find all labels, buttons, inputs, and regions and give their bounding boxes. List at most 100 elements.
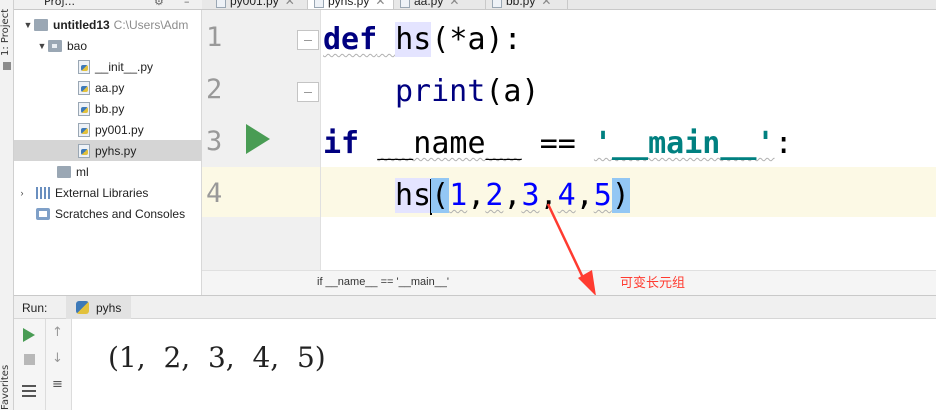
project-panel-header: Proj... ⚙ –: [14, 0, 202, 10]
params: (*a):: [431, 22, 522, 57]
tree-item-label: bao: [67, 38, 88, 53]
tab-py001[interactable]: py001.py ✕: [210, 0, 308, 9]
tree-item-py001[interactable]: py001.py: [14, 119, 202, 140]
tab-bb[interactable]: bb.py ✕: [486, 0, 568, 9]
run-panel-header: Run: pyhs: [14, 295, 936, 319]
fold-end-icon[interactable]: [297, 82, 319, 102]
run-tab-label: pyhs: [96, 301, 122, 315]
string-literal: '__main__': [593, 126, 775, 161]
stop-icon[interactable]: [24, 354, 35, 365]
tree-item-label: External Libraries: [55, 185, 149, 200]
tree-item-ml[interactable]: ml: [14, 161, 202, 182]
soft-wrap-icon[interactable]: ≡: [52, 377, 63, 392]
close-icon[interactable]: ✕: [449, 0, 459, 8]
code-line-3: if __name__ == '__main__':: [323, 126, 793, 161]
run-gutter-icon[interactable]: [246, 124, 270, 154]
tree-item-path: C:\Users\Adm: [113, 17, 189, 32]
tree-item-bao[interactable]: ▼ bao: [14, 35, 202, 56]
keyword: def: [323, 22, 378, 57]
code-line-1: def hs(*a):: [323, 22, 522, 57]
tree-item-init[interactable]: __init__.py: [14, 56, 202, 77]
python-icon: [76, 301, 89, 314]
rerun-icon[interactable]: [23, 328, 35, 342]
tree-item-untitled13[interactable]: ▼ untitled13 C:\Users\Adm: [14, 14, 202, 35]
tree-item-label: untitled13: [53, 17, 110, 32]
gutter-separator: [320, 10, 321, 270]
folder-icon: [57, 165, 71, 178]
tree-item-label: pyhs.py: [95, 143, 137, 158]
tree-item-aa[interactable]: aa.py: [14, 77, 202, 98]
tab-label: aa.py: [414, 0, 444, 8]
python-file-icon: [78, 59, 90, 74]
keyword: if: [323, 126, 360, 161]
arg: 3: [521, 178, 540, 213]
python-file-icon: [78, 101, 90, 116]
editor-tab-bar: py001.py ✕ pyhs.py ✕ aa.py ✕ bb.py ✕: [202, 0, 936, 10]
close-icon[interactable]: ✕: [285, 0, 295, 8]
line-number: 4: [206, 178, 223, 209]
close-icon[interactable]: ✕: [541, 0, 551, 8]
chevron-down-icon[interactable]: ▼: [22, 20, 34, 30]
builtin-print: print: [395, 74, 486, 109]
tree-item-scratches[interactable]: Scratches and Consoles: [14, 203, 202, 224]
tree-item-label: Scratches and Consoles: [55, 206, 186, 221]
tree-item-label: __init__.py: [95, 59, 154, 74]
arrow-up-icon[interactable]: ↑: [52, 325, 63, 340]
python-file-icon: [492, 0, 502, 8]
tool-strip-mark: [3, 62, 11, 70]
run-tab-pyhs[interactable]: pyhs: [66, 296, 132, 319]
annotation-arrow: [546, 203, 596, 296]
chevron-right-icon[interactable]: ›: [16, 188, 28, 198]
python-file-icon: [78, 80, 90, 95]
project-tool-tab[interactable]: 1: Project: [0, 6, 14, 56]
tree-item-pyhs[interactable]: pyhs.py: [14, 140, 202, 161]
close-icon[interactable]: ✕: [375, 0, 385, 8]
close-paren: ): [611, 178, 630, 213]
tree-item-label: py001.py: [95, 122, 144, 137]
arrow-down-icon[interactable]: ↓: [52, 351, 63, 366]
tab-label: py001.py: [230, 0, 279, 8]
tree-item-label: bb.py: [95, 101, 125, 116]
left-tool-strip: 1: Project Favorites: [0, 0, 14, 410]
gear-icon[interactable]: ⚙: [154, 0, 164, 8]
tree-item-label: ml: [76, 164, 89, 179]
minimize-icon[interactable]: –: [184, 0, 190, 8]
function-name: hs: [395, 22, 432, 57]
scratch-icon: [36, 207, 50, 220]
code-line-2: print(a): [395, 74, 540, 109]
tab-label: bb.py: [506, 0, 536, 8]
favorites-tool-tab[interactable]: Favorites: [0, 355, 14, 410]
open-paren: (: [431, 178, 450, 213]
function-call: hs: [395, 178, 432, 213]
python-file-icon: [78, 143, 90, 158]
run-toolbar-secondary: ↑ ↓ ≡: [46, 319, 72, 410]
tree-item-bb[interactable]: bb.py: [14, 98, 202, 119]
operator: ==: [521, 126, 594, 161]
python-file-icon: [78, 122, 90, 137]
run-toolbar: [14, 319, 46, 410]
python-file-icon: [216, 0, 226, 8]
python-file-icon: [314, 0, 324, 8]
line-number: 3: [206, 126, 223, 157]
tab-pyhs[interactable]: pyhs.py ✕: [308, 0, 394, 9]
tab-aa[interactable]: aa.py ✕: [394, 0, 486, 9]
line-number: 1: [206, 22, 223, 53]
layout-icon[interactable]: [22, 385, 36, 397]
dunder-name: __name__: [377, 126, 522, 161]
line-number: 2: [206, 74, 223, 105]
colon: :: [774, 126, 793, 161]
console-output: (1, 2, 3, 4, 5): [108, 341, 326, 374]
annotation-label: 可变长元组: [620, 276, 686, 291]
run-label: Run:: [22, 301, 48, 315]
arg: 2: [485, 178, 504, 213]
fold-collapse-icon[interactable]: [297, 30, 319, 50]
arg: 1: [449, 178, 468, 213]
package-icon: [48, 39, 62, 52]
tree-item-label: aa.py: [95, 80, 125, 95]
tab-label: pyhs.py: [328, 0, 370, 8]
breadcrumb-item[interactable]: if __name__ == '__main__': [317, 276, 449, 288]
tree-item-external-libraries[interactable]: › External Libraries: [14, 182, 202, 203]
call-args: (a): [485, 74, 540, 109]
chevron-down-icon[interactable]: ▼: [36, 41, 48, 51]
python-file-icon: [400, 0, 410, 8]
